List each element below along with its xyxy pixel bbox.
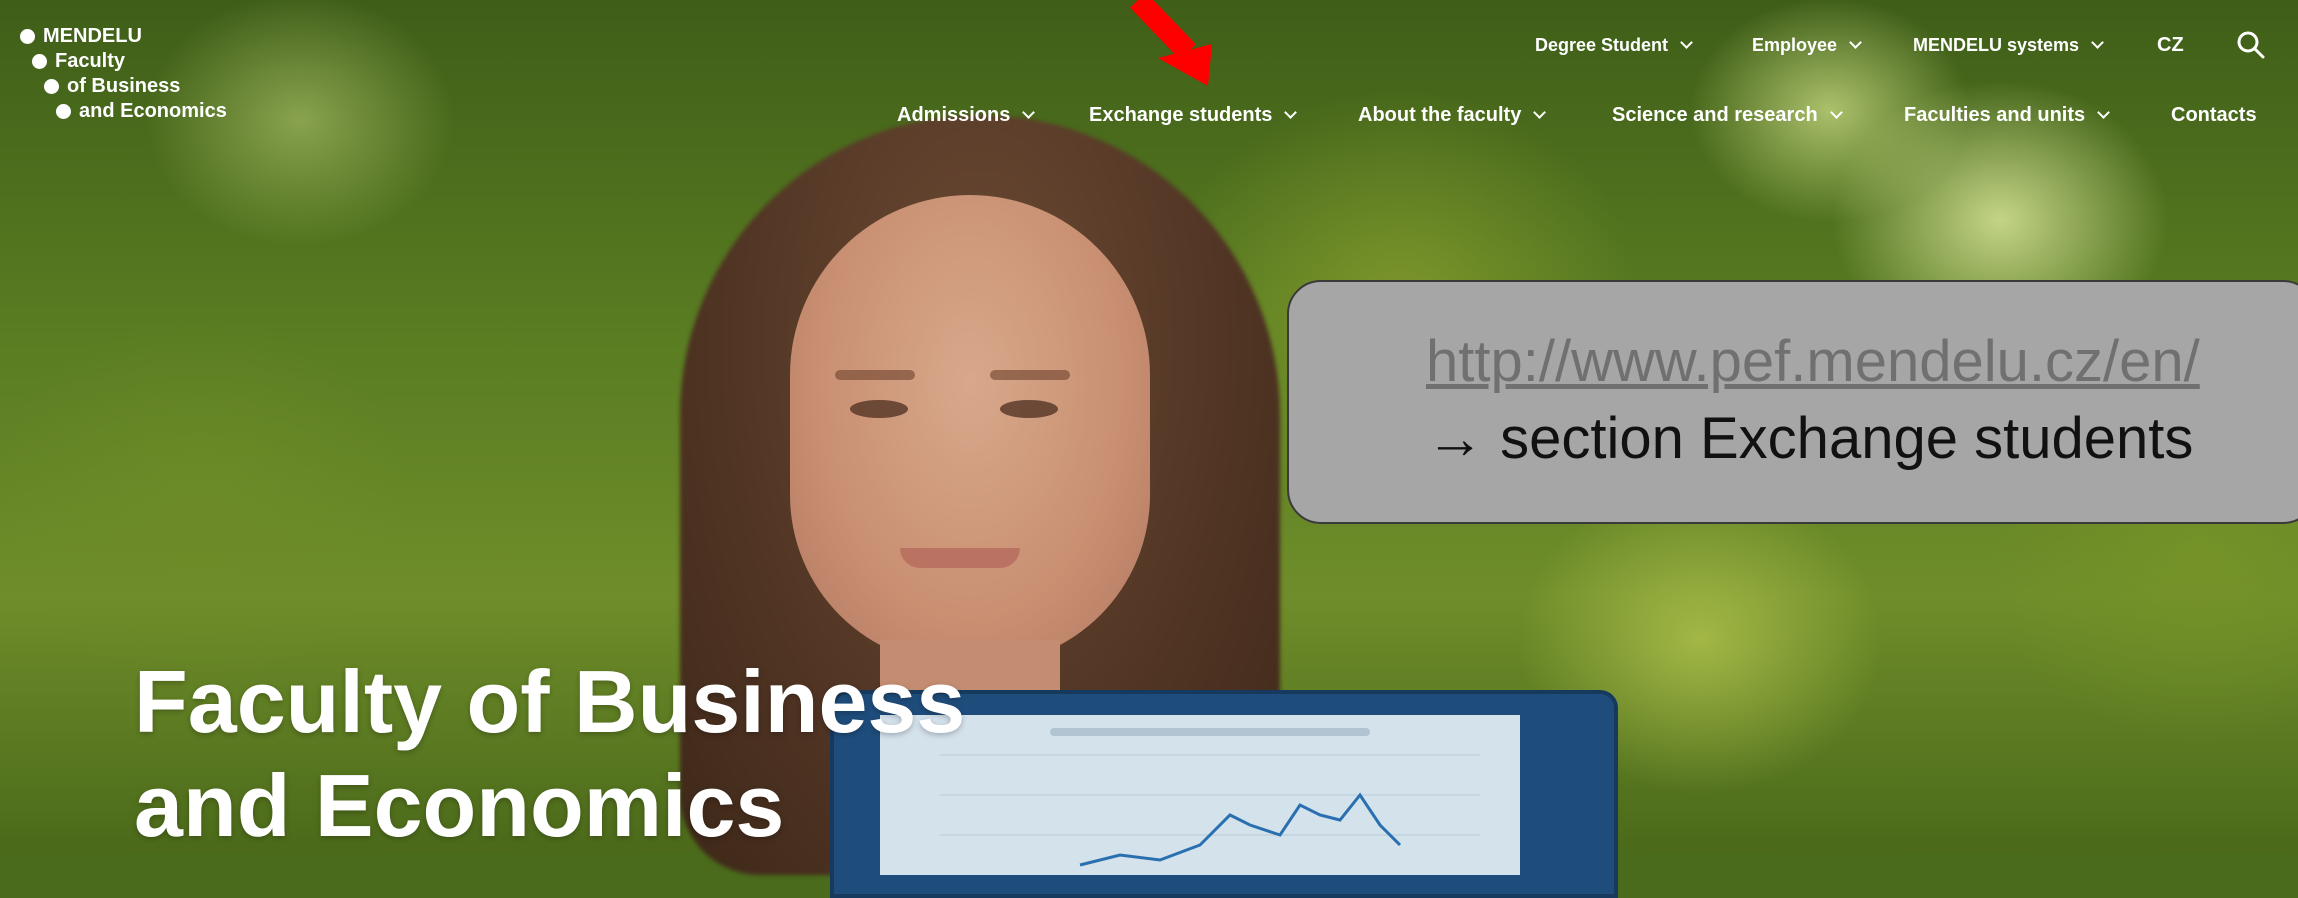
logo-dot-icon	[44, 79, 59, 94]
logo-dot-icon	[20, 29, 35, 44]
nav-label: Exchange students	[1089, 103, 1273, 126]
chevron-down-icon	[1829, 106, 1843, 119]
logo-dot-icon	[32, 54, 47, 69]
topnav-mendelu-systems[interactable]: MENDELU systems	[1913, 30, 2104, 60]
nav-admissions[interactable]: Admissions	[897, 100, 1036, 130]
hero-photo-tablet-screen	[880, 715, 1520, 875]
callout-text: → section Exchange students	[1426, 406, 2194, 471]
hero-photo-mouth	[900, 548, 1020, 568]
hero-title-line: Faculty of Business	[134, 652, 966, 751]
topnav-label: MENDELU systems	[1913, 34, 2080, 55]
nav-label: Faculties and units	[1904, 103, 2086, 126]
chevron-down-icon	[1680, 36, 1693, 49]
topnav-label: Degree Student	[1535, 34, 1669, 55]
hero-photo-eye	[850, 400, 908, 418]
logo-dot-icon	[56, 104, 71, 119]
annotation-arrow-icon	[1130, 0, 1212, 86]
nav-exchange-students[interactable]: Exchange students	[1089, 100, 1298, 130]
nav-label: Admissions	[897, 103, 1011, 126]
logo-line: and Economics	[79, 100, 227, 122]
nav-science-research[interactable]: Science and research	[1612, 100, 1843, 130]
chevron-down-icon	[2091, 36, 2104, 49]
logo-line: Faculty	[55, 50, 126, 72]
nav-contacts[interactable]: Contacts	[2171, 100, 2257, 130]
faculty-logo[interactable]: MENDELU Faculty of Business and Economic…	[20, 24, 227, 124]
language-switch[interactable]: CZ	[2157, 30, 2184, 60]
nav-faculties-units[interactable]: Faculties and units	[1904, 100, 2111, 130]
logo-line: MENDELU	[43, 25, 142, 47]
chevron-down-icon	[1533, 106, 1547, 119]
nav-label: Contacts	[2171, 103, 2257, 126]
topnav-employee[interactable]: Employee	[1752, 30, 1862, 60]
search-icon[interactable]	[2236, 30, 2266, 60]
hero-photo-eye	[1000, 400, 1058, 418]
callout-url-link[interactable]: http://www.pef.mendelu.cz/en/	[1426, 328, 2286, 395]
language-label: CZ	[2157, 33, 2184, 56]
hero-photo-brow	[835, 370, 915, 380]
hero-title: Faculty of Business and Economics	[134, 650, 965, 858]
chevron-down-icon	[1022, 106, 1036, 119]
chevron-down-icon	[1849, 36, 1862, 49]
topnav-label: Employee	[1752, 34, 1838, 55]
nav-label: Science and research	[1612, 103, 1818, 126]
topnav-degree-student[interactable]: Degree Student	[1535, 30, 1693, 60]
chevron-down-icon	[2097, 106, 2111, 119]
hero-title-line: and Economics	[134, 756, 785, 855]
nav-label: About the faculty	[1358, 103, 1522, 126]
nav-about-faculty[interactable]: About the faculty	[1358, 100, 1547, 130]
chevron-down-icon	[1284, 106, 1298, 119]
hero-photo-face	[790, 195, 1150, 665]
logo-line: of Business	[67, 75, 181, 97]
hero-photo-brow	[990, 370, 1070, 380]
annotation-callout	[1287, 280, 2298, 524]
hero-photo-tablet-caption	[1050, 728, 1370, 736]
